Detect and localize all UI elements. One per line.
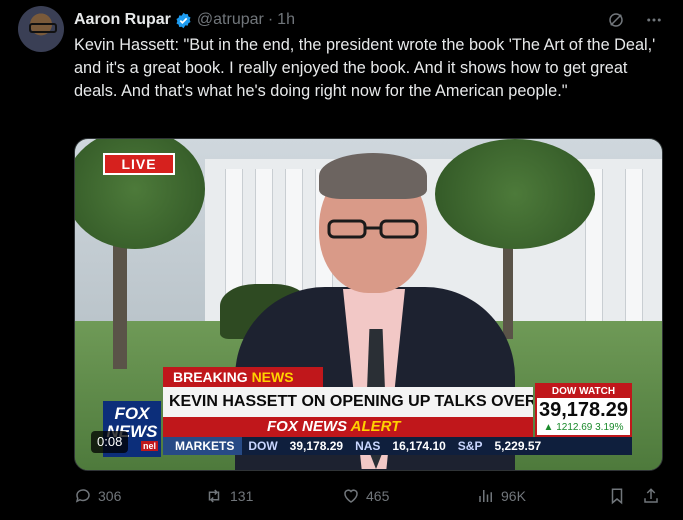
author-name[interactable]: Aaron Rupar — [74, 11, 171, 29]
author-handle[interactable]: @atrupar — [197, 11, 264, 29]
video-timer: 0:08 — [91, 431, 129, 453]
logo-tag: nel — [141, 441, 159, 451]
live-badge: LIVE — [103, 153, 175, 175]
bookmark-icon — [611, 488, 623, 505]
tree-right — [435, 139, 595, 249]
ticker-value: 5,229.57 — [494, 439, 542, 453]
dow-watch-box: DOW WATCH 39,178.29 ▲ 1212.69 3.19% — [535, 383, 632, 437]
like-count: 465 — [366, 488, 390, 504]
breaking-label: BREAKING — [173, 369, 248, 385]
share-icon — [644, 488, 658, 503]
header-icons — [607, 9, 663, 31]
bookmark-button[interactable] — [608, 485, 626, 507]
dow-watch-change: ▲ 1212.69 3.19% — [543, 422, 624, 433]
views-icon — [479, 490, 492, 502]
like-button[interactable]: 465 — [342, 485, 389, 507]
breaking-news-word: NEWS — [251, 369, 294, 385]
retweet-icon — [208, 489, 220, 503]
reply-count: 306 — [98, 488, 122, 504]
author-avatar[interactable] — [18, 6, 64, 52]
grok-icon[interactable] — [607, 11, 625, 29]
ticker-symbol: NAS — [355, 439, 381, 453]
heart-icon — [344, 489, 358, 503]
views-button[interactable]: 96K — [477, 485, 526, 507]
separator-dot: · — [267, 11, 274, 28]
alert-word: ALERT — [350, 418, 401, 435]
chyron-headline: KEVIN HASSETT ON OPENING UP TALKS OVER T… — [163, 387, 533, 417]
ticker-value: 16,174.10 — [392, 439, 446, 453]
verified-badge-icon — [176, 12, 191, 28]
more-options-icon[interactable] — [645, 11, 663, 29]
view-count: 96K — [501, 488, 526, 504]
ticker-value: 39,178.29 — [289, 439, 344, 453]
dow-watch-value: 39,178.29 — [539, 399, 628, 421]
breaking-news-banner: BREAKING NEWS — [163, 367, 323, 387]
reply-icon — [75, 489, 90, 503]
ticker-label: MARKETS — [163, 437, 243, 455]
retweet-button[interactable]: 131 — [204, 485, 253, 507]
tweet-time[interactable]: 1h — [277, 11, 295, 29]
retweet-count: 131 — [230, 488, 254, 504]
ticker-symbol: S&P — [457, 439, 483, 453]
tweet-actions: 306 131 465 96K — [74, 485, 664, 507]
ticker-symbol: DOW — [248, 439, 278, 453]
logo-top: FOX — [114, 404, 150, 423]
video-player[interactable]: LIVE BREAKING NEWS KEVIN HASSETT ON OPEN… — [74, 138, 663, 471]
building-column — [625, 169, 643, 339]
tweet-text: Kevin Hassett: "But in the end, the pres… — [74, 36, 656, 100]
avatar-glasses — [29, 23, 57, 33]
market-ticker: MARKETS DOW 39,178.29 NAS 16,174.10 S&P … — [163, 437, 632, 455]
share-button[interactable] — [642, 485, 660, 507]
reply-button[interactable]: 306 — [74, 485, 121, 507]
person-hair — [319, 153, 427, 199]
tweet-header: Aaron Rupar @atrupar · 1h — [74, 9, 663, 31]
alert-prefix: FOX NEWS — [267, 418, 348, 435]
person-glasses — [327, 219, 419, 239]
fox-news-alert: FOX NEWS ALERT — [163, 417, 533, 437]
dow-watch-title: DOW WATCH — [537, 385, 630, 398]
